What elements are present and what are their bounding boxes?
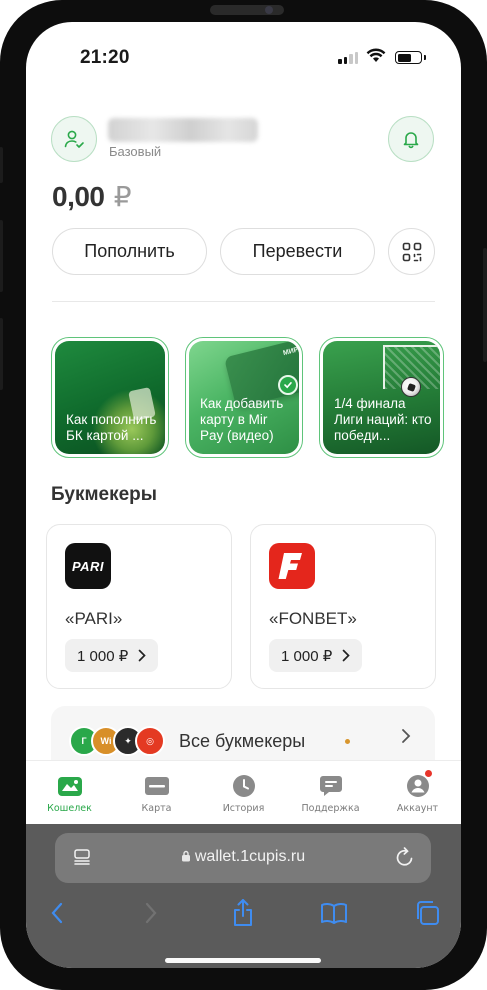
all-bookmakers-label: Все букмекеры [179,731,306,751]
volume-up-button [0,220,3,292]
tab-label: Карта [141,803,172,814]
new-indicator-dot [345,739,350,744]
bookmaker-card-fonbet[interactable]: «FONBET» 1 000 ₽ [250,524,436,689]
tab-wallet[interactable]: Кошелек [26,761,113,824]
qr-scan-icon [402,242,421,261]
bookmaker-topup-amount-button[interactable]: 1 000 ₽ [269,639,363,672]
qr-scan-button[interactable] [388,228,435,275]
power-button [483,248,487,362]
address-bar[interactable]: wallet.1cupis.ru [55,833,431,883]
amount-label: 1 000 ₽ [77,647,129,665]
fonbet-logo [269,543,315,589]
story-card-topup[interactable]: Как пополнить БК картой ... [51,337,169,458]
status-time: 21:20 [80,47,130,68]
tab-label: История [222,803,265,814]
chat-icon [318,773,344,799]
story-card-mirpay[interactable]: МИР Как добавить карту в Mir Pay (видео) [185,337,303,458]
cellular-signal-icon [338,52,358,64]
chevron-right-icon [145,902,157,924]
bookmaker-logos-stack: Г Wi ✦ ◎ [69,726,169,756]
fonbet-f-icon [278,553,302,579]
account-notification-dot [423,769,433,778]
battery-cap [424,55,426,60]
url-text: wallet.1cupis.ru [194,848,306,865]
tab-card[interactable]: Карта [113,761,200,824]
browser-toolbar: wallet.1cupis.ru [26,824,461,968]
battery-icon [395,51,422,64]
story-text: Как пополнить БК картой ... [66,412,157,443]
share-button[interactable] [228,898,258,928]
transfer-button[interactable]: Перевести [220,228,375,275]
front-camera [265,6,273,14]
book-icon [321,902,347,924]
balance-currency: ₽ [113,181,132,212]
story-card-nations-league[interactable]: 1/4 финала Лиги наций: кто победи... [319,337,444,458]
lock-icon [181,850,190,862]
check-icon [278,375,298,395]
bottom-tab-bar: Кошелек Карта История Поддержка Аккаунт [26,760,461,824]
football-icon [401,377,421,397]
mute-switch [0,147,3,183]
tabs-button[interactable] [412,898,442,928]
bookmaker-topup-amount-button[interactable]: 1 000 ₽ [65,639,159,672]
tab-label: Поддержка [301,803,360,814]
chevron-right-icon [402,729,411,743]
back-button[interactable] [42,898,72,928]
tabs-icon [417,901,439,925]
tab-account[interactable]: Аккаунт [374,761,461,824]
bookmaker-name: «FONBET» [269,609,357,628]
profile-button[interactable] [51,116,97,162]
browser-nav-row [26,890,461,934]
share-icon [234,899,252,926]
balance-amount: 0,00 ₽ [52,180,132,213]
story-text: 1/4 финала Лиги наций: кто победи... [334,396,432,443]
tab-support[interactable]: Поддержка [287,761,374,824]
topup-button[interactable]: Пополнить [52,228,207,275]
bookmaker-mini-logo-4: ◎ [135,726,165,756]
bookmakers-heading: Букмекеры [51,484,158,505]
phone-number-blurred [108,118,258,142]
tab-history[interactable]: История [200,761,287,824]
pari-logo: PARI [65,543,111,589]
status-bar: 21:20 [26,22,461,92]
chevron-right-icon [138,649,146,662]
home-indicator[interactable] [165,958,321,963]
address-url: wallet.1cupis.ru [55,848,431,866]
bookmaker-card-pari[interactable]: PARI «PARI» 1 000 ₽ [46,524,232,689]
bookmaker-name: «PARI» [65,609,123,628]
volume-down-button [0,318,3,390]
forward-button[interactable] [136,898,166,928]
user-check-icon [64,130,84,148]
bookmarks-button[interactable] [319,898,349,928]
account-tier-label: Базовый [109,144,162,159]
balance-value: 0,00 [52,181,105,212]
card-icon [144,773,170,799]
tab-label: Кошелек [47,803,92,814]
tab-label: Аккаунт [396,803,439,814]
notifications-button[interactable] [388,116,434,162]
divider [52,301,435,302]
screen: 21:20 Базовый 0,00 ₽ Пополнить Перевести… [26,22,461,968]
story-text: Как добавить карту в Mir Pay (видео) [200,396,284,443]
reload-icon[interactable] [395,846,415,868]
clock-icon [231,773,257,799]
chevron-left-icon [51,902,63,924]
amount-label: 1 000 ₽ [281,647,333,665]
wallet-icon [57,773,83,799]
phone-frame: 21:20 Базовый 0,00 ₽ Пополнить Перевести… [0,0,487,990]
chevron-right-icon [342,649,350,662]
bell-icon [403,132,419,149]
wifi-icon [366,48,386,62]
